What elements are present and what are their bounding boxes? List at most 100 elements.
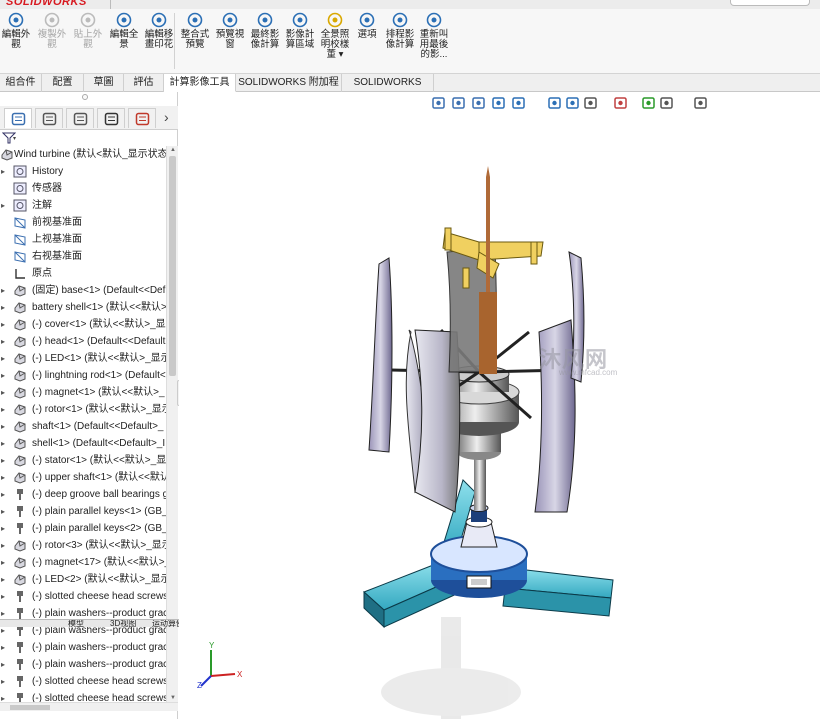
expand-arrow-icon[interactable]: ▸ [1,401,9,418]
scroll-thumb[interactable] [169,156,176,376]
graphics-area[interactable]: 沐风网 www.mfcad.com Y X Z [179,92,820,719]
cm-tab-5[interactable]: SOLIDWORKS 附加程式 [236,74,342,105]
tree-item[interactable]: ▸ (-) plain washers--product grac [0,656,166,673]
ribbon-button-1[interactable]: 複製外 觀 [36,11,68,50]
tree-item[interactable]: ▸ (-) stator<1> (默认<<默认>_显 [0,452,166,469]
cm-tab-2[interactable]: 草圖 [84,74,124,92]
expand-arrow-icon[interactable]: ▸ [1,520,9,537]
edit-appearance-icon[interactable] [613,95,629,111]
tree-item[interactable]: ▸ History [0,163,166,180]
panel-tab-2[interactable] [66,108,94,128]
expand-arrow-icon[interactable]: ▸ [1,486,9,503]
expand-arrow-icon[interactable]: ▸ [1,469,9,486]
expand-arrow-icon[interactable]: ▸ [1,197,9,214]
tree-item[interactable]: 传感器 [0,180,166,197]
cm-tab-0[interactable]: 組合件 [0,74,42,92]
expand-arrow-icon[interactable]: ▸ [1,350,9,367]
expand-arrow-icon[interactable]: ▸ [1,452,9,469]
ribbon-button-6[interactable]: 預覽視 窗 [214,11,246,50]
ribbon-button-4[interactable]: 編輯移 畫印花 [142,11,176,50]
cm-tab-3[interactable]: 評估 [124,74,164,92]
tree-item[interactable]: 右视基准面 [0,248,166,265]
tree-item[interactable]: ▸ (-) head<1> (Default<<Default [0,333,166,350]
ribbon-button-9[interactable]: 全景照 明校樣 董 ▾ [318,11,352,60]
expand-arrow-icon[interactable]: ▸ [1,367,9,384]
expand-arrow-icon[interactable]: ▸ [1,316,9,333]
ribbon-button-11[interactable]: 排程影 像計算 [384,11,416,50]
search-box[interactable] [730,0,810,6]
expand-arrow-icon[interactable]: ▸ [1,333,9,350]
tree-item[interactable]: ▸ (-) cover<1> (默认<<默认>_显示 [0,316,166,333]
panel-tabs-more-icon[interactable]: › [164,109,169,125]
bottom-tab-0[interactable]: 模型 [68,620,84,627]
scroll-down-arrow[interactable]: ▼ [170,695,176,701]
tree-item[interactable]: ▸ (-) slotted cheese head screws g [0,673,166,690]
section-view-icon[interactable] [491,95,507,111]
scroll-up-arrow[interactable]: ▲ [170,147,176,153]
tree-item[interactable]: ▸ (-) rotor<1> (默认<<默认>_显示 [0,401,166,418]
tree-item[interactable]: 前视基准面 [0,214,166,231]
wind-turbine-model[interactable] [179,92,820,719]
view-settings-icon[interactable] [659,95,675,111]
tree-horizontal-scrollbar[interactable] [0,702,178,711]
zoom-to-area-icon[interactable] [451,95,467,111]
filter-dropdown-arrow[interactable]: ▾ [13,135,16,142]
expand-arrow-icon[interactable]: ▸ [1,435,9,452]
expand-arrow-icon[interactable]: ▸ [1,656,9,673]
expand-arrow-icon[interactable]: ▸ [1,588,9,605]
panel-tab-0[interactable] [4,108,32,128]
hide-show-items-icon[interactable] [583,95,599,111]
tree-item[interactable]: ▸ (-) magnet<1> (默认<<默认>_ [0,384,166,401]
tree-item[interactable]: ▸ (-) linghtning rod<1> (Default< [0,367,166,384]
panel-tab-3[interactable] [97,108,125,128]
tree-item[interactable]: ▸ (-) slotted cheese head screws g [0,588,166,605]
expand-arrow-icon[interactable]: ▸ [1,163,9,180]
apply-scene-icon[interactable] [641,95,657,111]
tree-item[interactable]: ▸ (-) plain parallel keys<1> (GB_C [0,503,166,520]
panel-tab-1[interactable] [35,108,63,128]
expand-arrow-icon[interactable]: ▸ [1,639,9,656]
expand-arrow-icon[interactable]: ▸ [1,299,9,316]
tree-item[interactable]: ▸ (固定) base<1> (Default<<Def [0,282,166,299]
tree-item[interactable]: ▸ shaft<1> (Default<<Default>_ [0,418,166,435]
tree-item[interactable]: ▸ (-) LED<1> (默认<<默认>_显示 [0,350,166,367]
expand-arrow-icon[interactable]: ▸ [1,537,9,554]
solidworks-logo[interactable]: SOLIDWORKS [6,0,87,8]
hscroll-thumb[interactable] [10,705,50,710]
tree-item[interactable]: ▸ (-) magnet<17> (默认<<默认>_ [0,554,166,571]
expand-arrow-icon[interactable]: ▸ [1,571,9,588]
cm-tab-6[interactable]: SOLIDWORKS MBD [342,74,434,105]
cm-tab-1[interactable]: 配置 [42,74,84,92]
tree-item[interactable]: ▸ (-) LED<2> (默认<<默认>_显示 [0,571,166,588]
display-pane-icon[interactable] [693,95,709,111]
tree-item[interactable]: 原点 [0,265,166,282]
tree-item[interactable]: ▸ shell<1> (Default<<Default>_I [0,435,166,452]
panel-collapse-handle[interactable] [82,94,88,100]
tree-item[interactable]: ▸ (-) plain washers--product grac [0,639,166,656]
bottom-tab-1[interactable]: 3D视图 [110,620,136,627]
view-orientation-icon[interactable] [547,95,563,111]
dynamic-annotation-icon[interactable] [511,95,527,111]
expand-arrow-icon[interactable]: ▸ [1,673,9,690]
tree-root-item[interactable]: Wind turbine (默认<默认_显示状态- [0,146,166,163]
tree-item[interactable]: ▸ (-) upper shaft<1> (默认<<默认 [0,469,166,486]
ribbon-button-8[interactable]: 影像計 算區域 [284,11,316,50]
zoom-to-fit-icon[interactable] [431,95,447,111]
expand-arrow-icon[interactable]: ▸ [1,554,9,571]
ribbon-button-12[interactable]: 重新叫 用最後 的影... [418,11,450,60]
tree-item[interactable]: ▸ (-) plain parallel keys<2> (GB_C [0,520,166,537]
expand-arrow-icon[interactable]: ▸ [1,282,9,299]
cm-tab-4[interactable]: 計算影像工具 [164,74,236,92]
tree-item[interactable]: ▸ (-) rotor<3> (默认<<默认>_显示 [0,537,166,554]
tree-item[interactable]: ▸ 注解 [0,197,166,214]
expand-arrow-icon[interactable]: ▸ [1,503,9,520]
previous-view-icon[interactable] [471,95,487,111]
expand-arrow-icon[interactable]: ▸ [1,418,9,435]
ribbon-button-5[interactable]: 整合式 預覽 [178,11,212,50]
tree-item[interactable]: ▸ battery shell<1> (默认<<默认> [0,299,166,316]
ribbon-button-10[interactable]: 選項 [354,11,380,40]
ribbon-button-0[interactable]: 編輯外 觀 [0,11,32,50]
panel-tab-4[interactable] [128,108,156,128]
ribbon-button-3[interactable]: 編輯全 景 [108,11,140,50]
ribbon-button-2[interactable]: 貼上外 觀 [72,11,104,50]
